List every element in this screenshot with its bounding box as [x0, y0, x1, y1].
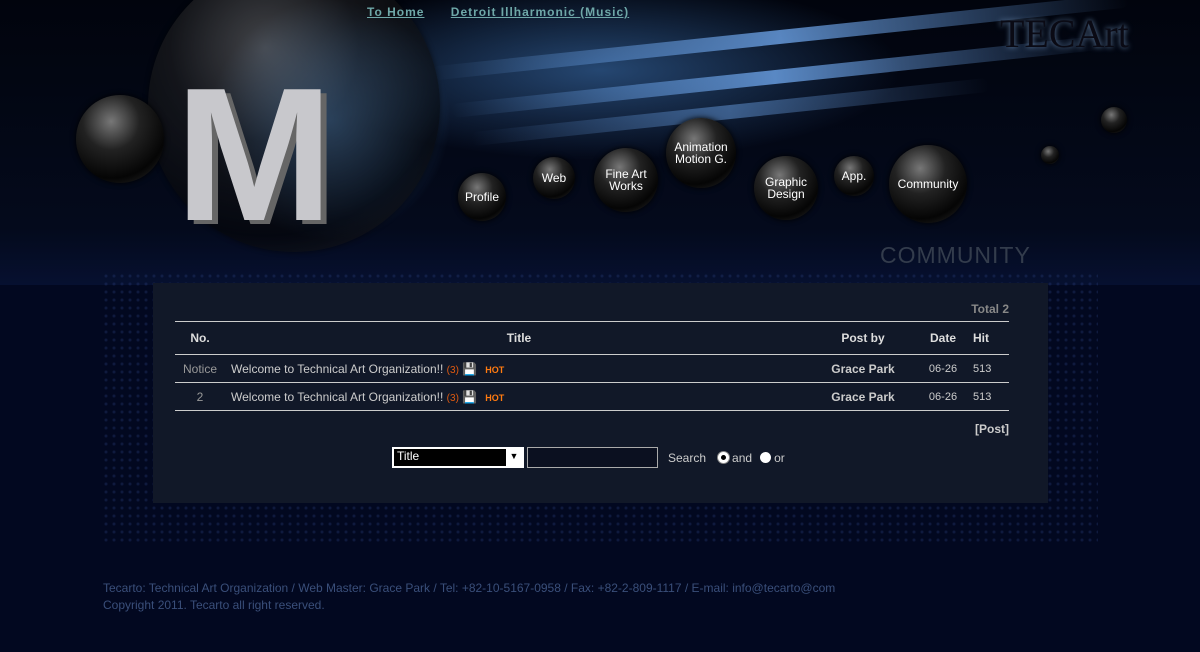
- to-home-link[interactable]: To Home: [367, 5, 424, 19]
- nav-animation[interactable]: Animation Motion G.: [666, 118, 736, 188]
- row-no: Notice: [175, 354, 225, 383]
- decor-bubble: [1101, 107, 1127, 133]
- nav-app[interactable]: App.: [834, 156, 874, 196]
- col-date: Date: [913, 321, 973, 355]
- radio-or-label: or: [774, 450, 785, 465]
- music-link[interactable]: Detroit Illharmonic (Music): [451, 5, 629, 19]
- row-hits: 513: [973, 354, 1009, 383]
- nav-community[interactable]: Community: [889, 145, 967, 223]
- hot-badge: HOT: [485, 364, 505, 375]
- attachment-icon: 💾: [462, 389, 478, 404]
- nav-profile[interactable]: Profile: [458, 173, 506, 221]
- hot-badge: HOT: [485, 392, 505, 403]
- m-logo-graphic: M: [175, 49, 334, 261]
- post-title-link[interactable]: Welcome to Technical Art Organization!!: [231, 362, 443, 376]
- tecart-logo[interactable]: TECArt: [1000, 10, 1129, 57]
- col-title: Title: [225, 321, 813, 355]
- row-author[interactable]: Grace Park: [813, 382, 913, 411]
- nav-web[interactable]: Web: [533, 157, 575, 199]
- total-count: Total 2: [971, 302, 1009, 316]
- search-bar: Title ▼ Search and or: [392, 447, 785, 468]
- board-table: No. Title Post by Date Hit Notice Welcom…: [175, 321, 1009, 411]
- section-title: COMMUNITY: [880, 242, 1031, 268]
- post-title-link[interactable]: Welcome to Technical Art Organization!!: [231, 390, 443, 404]
- table-row[interactable]: Notice Welcome to Technical Art Organiza…: [175, 354, 1009, 383]
- footer-copyright: Copyright 2011. Tecarto all right reserv…: [103, 598, 325, 612]
- row-no: 2: [175, 382, 225, 411]
- radio-and[interactable]: [718, 452, 730, 463]
- search-field-select[interactable]: Title ▼: [392, 447, 524, 468]
- chevron-down-icon: ▼: [509, 451, 519, 461]
- comment-count: (3): [446, 392, 459, 404]
- decor-bubble: [76, 95, 164, 183]
- search-button[interactable]: Search: [668, 451, 706, 465]
- post-button[interactable]: [Post]: [975, 422, 1009, 436]
- nav-fine-art-works[interactable]: Fine Art Works: [594, 148, 658, 212]
- row-date: 06-26: [913, 382, 973, 411]
- row-date: 06-26: [913, 354, 973, 383]
- row-hits: 513: [973, 382, 1009, 411]
- col-post-by: Post by: [813, 321, 913, 355]
- table-row[interactable]: 2 Welcome to Technical Art Organization!…: [175, 382, 1009, 411]
- attachment-icon: 💾: [462, 361, 478, 376]
- header-banner: M To Home Detroit Illharmonic (Music) TE…: [0, 0, 1200, 285]
- nav-graphic-design[interactable]: Graphic Design: [754, 156, 818, 220]
- col-no: No.: [175, 321, 225, 355]
- board-panel: Total 2 No. Title Post by Date Hit Notic…: [153, 283, 1048, 503]
- decor-bubble: [1041, 146, 1059, 164]
- radio-or[interactable]: [760, 452, 772, 463]
- col-hit: Hit: [973, 321, 1009, 355]
- footer: Tecarto: Technical Art Organization / We…: [103, 580, 835, 614]
- radio-and-label: and: [732, 450, 753, 465]
- row-author[interactable]: Grace Park: [813, 354, 913, 383]
- search-input[interactable]: [527, 447, 658, 468]
- comment-count: (3): [446, 364, 459, 376]
- footer-contact: Tecarto: Technical Art Organization / We…: [103, 581, 836, 595]
